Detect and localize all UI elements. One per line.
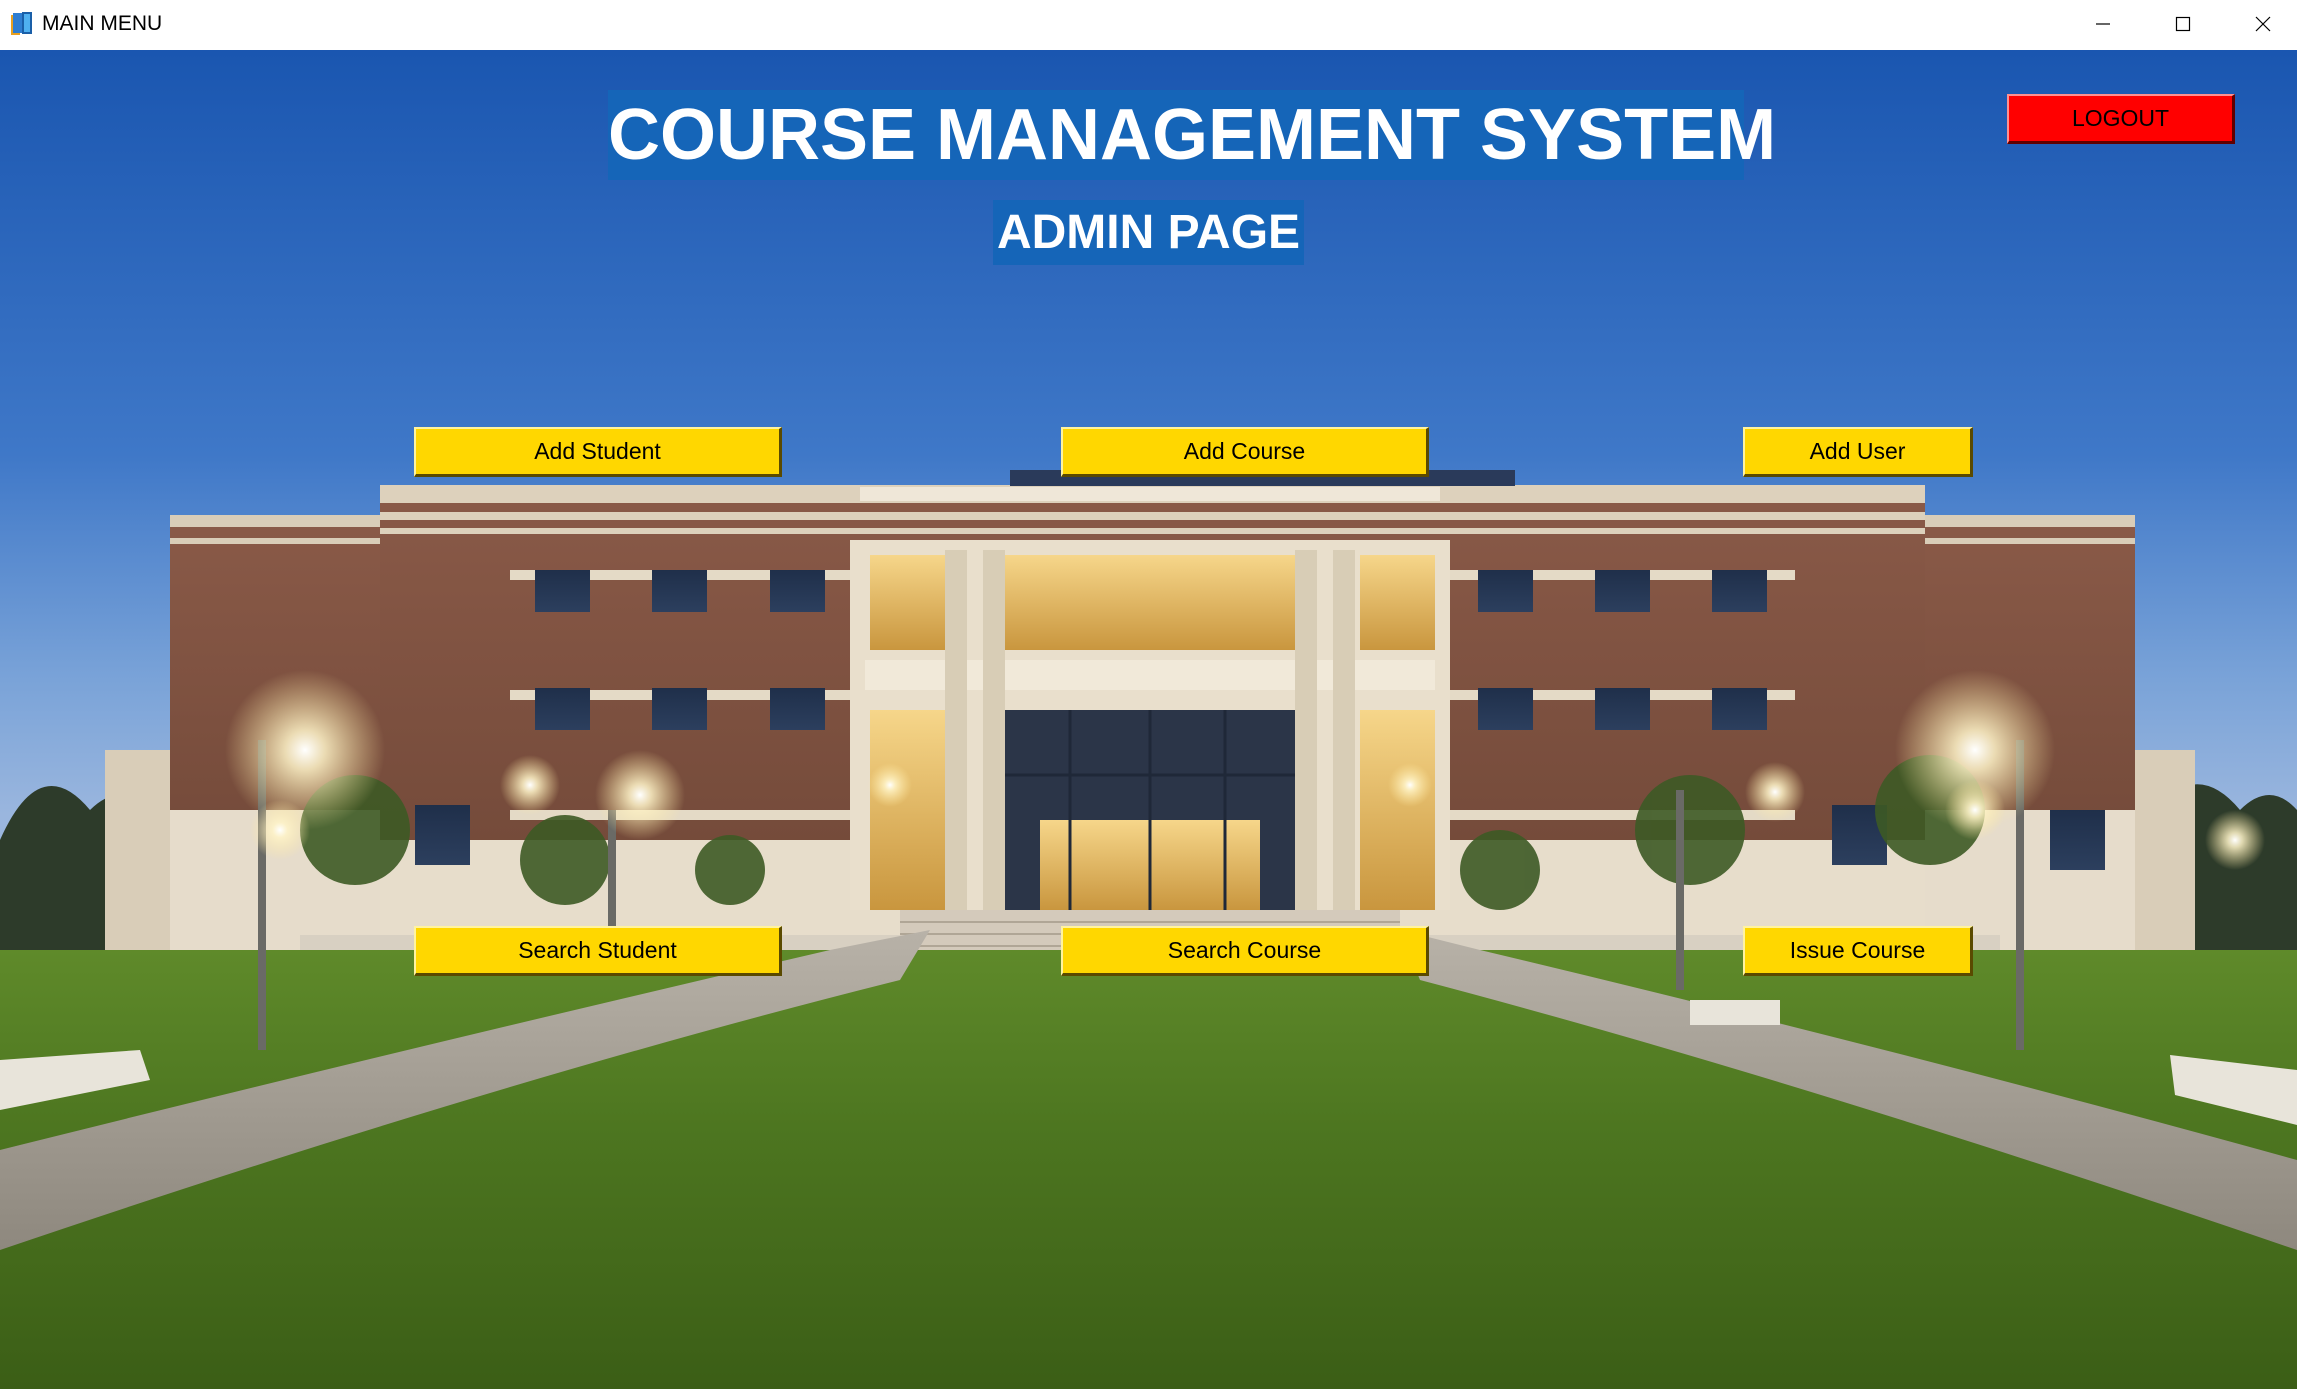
book-app-icon [11,12,32,35]
main-menu-window: MAIN MENU COURSE MANAGEMENT SYSTEM ADMIN… [0,0,2297,1389]
issue-course-button[interactable]: Issue Course [1743,926,1973,976]
page-subtitle: ADMIN PAGE [993,200,1304,265]
minimize-button[interactable] [2063,0,2143,48]
close-button[interactable] [2223,0,2297,48]
search-student-button[interactable]: Search Student [414,926,782,976]
add-user-button[interactable]: Add User [1743,427,1973,477]
close-icon [2255,16,2271,32]
maximize-icon [2175,16,2191,32]
title-bar: MAIN MENU [0,0,2297,50]
page-title: COURSE MANAGEMENT SYSTEM [608,90,1776,180]
minimize-icon [2096,23,2110,25]
logout-button[interactable]: LOGOUT [2007,94,2235,144]
content-area: COURSE MANAGEMENT SYSTEM ADMIN PAGE LOGO… [0,50,2297,1389]
search-course-button[interactable]: Search Course [1061,926,1429,976]
add-course-button[interactable]: Add Course [1061,427,1429,477]
maximize-button[interactable] [2143,0,2223,48]
add-student-button[interactable]: Add Student [414,427,782,477]
window-title: MAIN MENU [42,12,163,35]
